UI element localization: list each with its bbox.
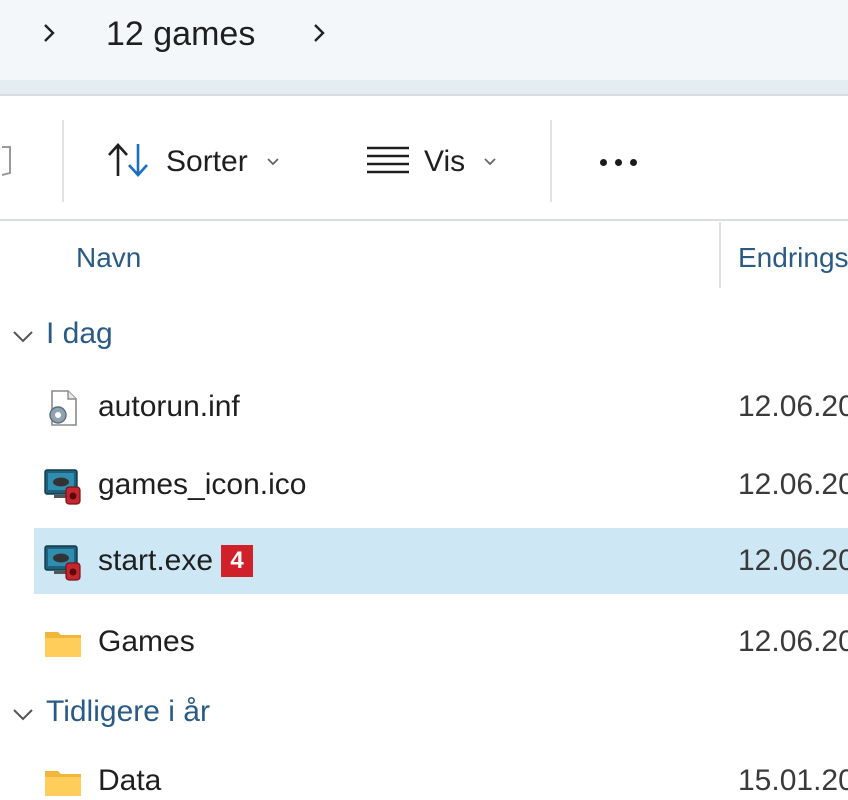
toolbar-separator — [550, 120, 552, 202]
more-icon-dot — [629, 158, 637, 166]
folder-icon — [44, 624, 82, 662]
toolbar-separator — [62, 120, 64, 202]
clipped-toolbar-icon[interactable] — [0, 142, 14, 180]
file-row[interactable]: autorun.inf 12.06.20 — [34, 374, 848, 440]
file-date: 15.01.20 — [738, 764, 848, 797]
file-name: autorun.inf — [98, 390, 240, 423]
chevron-down-icon — [484, 158, 496, 166]
column-resize-handle[interactable] — [719, 222, 721, 288]
file-row-selected[interactable]: start.exe 4 12.06.20 — [34, 528, 848, 594]
chevron-down-icon — [12, 695, 34, 729]
games-app-icon — [44, 543, 82, 581]
list-view-icon — [366, 144, 410, 181]
chevron-right-icon[interactable] — [38, 18, 60, 48]
group-label: I dag — [46, 317, 113, 350]
file-row[interactable]: Data 15.01.20 — [34, 748, 848, 800]
more-icon — [599, 158, 607, 166]
file-name-text: start.exe — [98, 544, 214, 577]
file-row[interactable]: Games 12.06.20 — [34, 609, 848, 675]
step-badge: 4 — [221, 545, 254, 577]
breadcrumb-current[interactable]: 12 games — [106, 12, 255, 56]
file-date: 12.06.20 — [738, 390, 848, 423]
settings-file-icon — [44, 389, 82, 427]
folder-name: Data — [98, 764, 162, 797]
games-app-icon — [44, 467, 82, 505]
file-name: games_icon.ico — [98, 468, 307, 501]
sort-arrows-icon — [106, 140, 152, 185]
chevron-right-icon[interactable] — [308, 18, 330, 48]
more-options-button[interactable] — [588, 140, 648, 184]
chevron-down-icon — [12, 317, 34, 351]
group-header-earlier-this-year[interactable]: Tidligere i år — [12, 684, 210, 740]
view-button[interactable]: Vis — [366, 135, 497, 189]
file-name: start.exe 4 — [98, 528, 254, 594]
file-row[interactable]: games_icon.ico 12.06.20 — [34, 452, 848, 518]
column-header-name[interactable]: Navn — [76, 226, 141, 290]
sort-label: Sorter — [166, 145, 248, 178]
divider — [0, 219, 848, 221]
view-label: Vis — [424, 145, 466, 178]
group-label: Tidligere i år — [46, 695, 210, 728]
file-date: 12.06.20 — [738, 468, 848, 501]
column-header-modified[interactable]: Endrings — [738, 226, 848, 290]
chevron-down-icon — [267, 158, 279, 166]
folder-icon — [44, 763, 82, 800]
folder-name: Games — [98, 625, 195, 658]
file-date: 12.06.20 — [738, 544, 848, 577]
sort-button[interactable]: Sorter — [106, 135, 280, 189]
group-header-today[interactable]: I dag — [12, 306, 113, 362]
more-icon-dot — [614, 158, 622, 166]
file-date: 12.06.20 — [738, 625, 848, 658]
divider — [0, 80, 848, 94]
